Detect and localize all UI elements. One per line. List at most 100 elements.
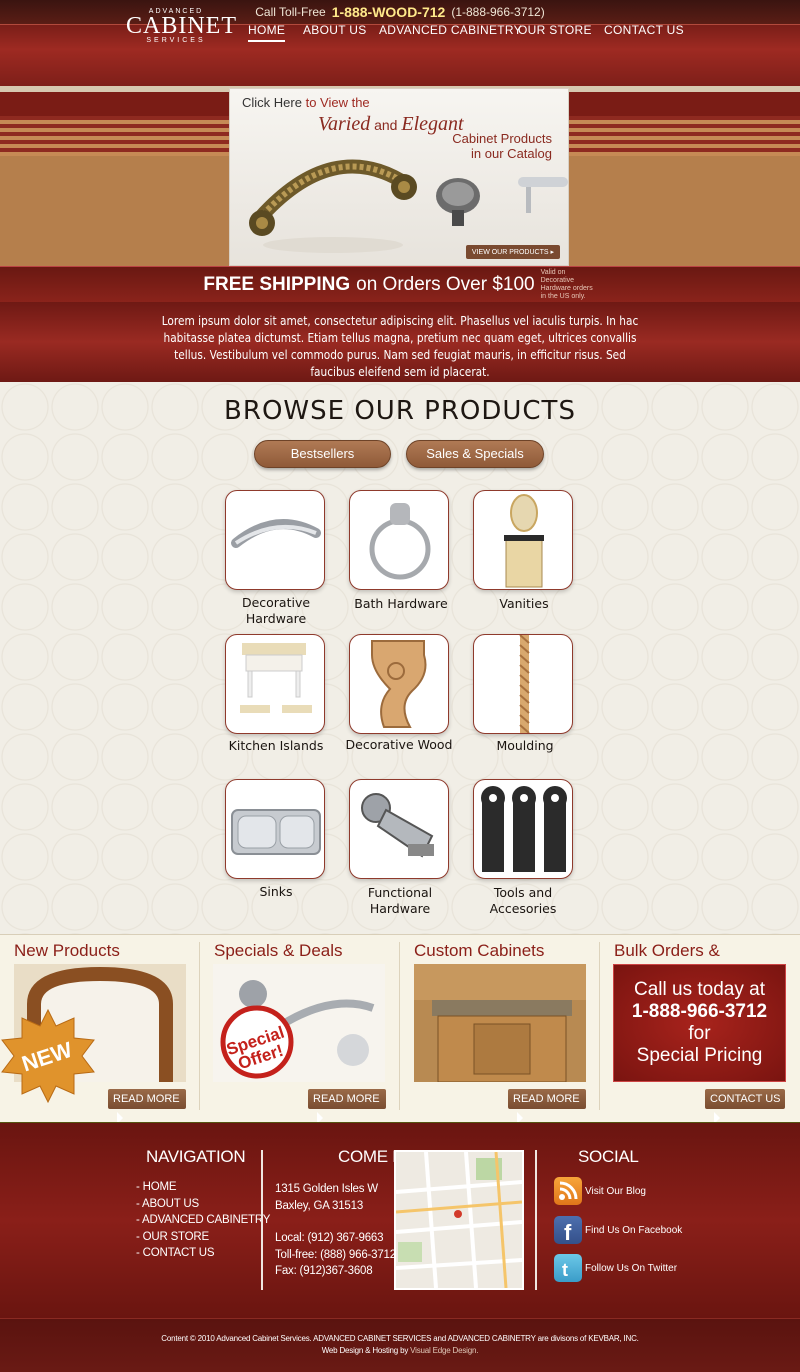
svg-text:t: t (562, 1260, 568, 1280)
nav-about-us[interactable]: ABOUT US (303, 23, 367, 37)
footer-nav-list: - HOME - ABOUT US - ADVANCED CABINETRY -… (136, 1179, 270, 1262)
credit-link[interactable]: Visual Edge Design. (410, 1346, 478, 1355)
banner-to-view: to View the (301, 95, 370, 110)
kitchen-cabinet-image (414, 964, 586, 1082)
moulding-image (519, 635, 530, 733)
product-label-vanities: Vanities (499, 596, 549, 611)
phone-tollfree: Toll-free: (888) 966-3712 (275, 1248, 396, 1261)
read-more-new-products-button[interactable]: READ MORE (108, 1089, 186, 1124)
phone-local: Local: (912) 367-9663 (275, 1232, 384, 1244)
product-label-line-1: Functional (367, 885, 433, 900)
heading-specials-deals: Specials & Deals (214, 941, 343, 960)
tab-sales-specials[interactable]: Sales & Specials (406, 440, 544, 468)
nav-our-store[interactable]: OUR STORE (518, 23, 592, 37)
product-tile-kitchen-islands[interactable] (225, 634, 325, 734)
call-line-1: Call us today at (634, 979, 765, 1000)
free-shipping-bar: FREE SHIPPING on Orders Over $100 Valid … (0, 266, 800, 302)
browse-title: BROWSE OUR PRODUCTS (224, 396, 576, 426)
product-label-tools-accessories: Tools and Accesories (453, 885, 593, 917)
product-tile-decorative-wood[interactable] (349, 634, 449, 734)
product-tile-functional-hardware[interactable] (349, 779, 449, 879)
banner-text-line-2: Varied and Elegant (318, 113, 464, 136)
toll-free-vanity-number[interactable]: 1-888-WOOD-712 (332, 4, 446, 20)
product-label-line-2: Accesories (489, 901, 557, 916)
intro-text-band: Lorem ipsum dolor sit amet, consectetur … (0, 302, 800, 382)
footer-social-title: SOCIAL (578, 1147, 639, 1166)
nav-advanced-cabinetry[interactable]: ADVANCED CABINETRY (379, 23, 522, 37)
footer-address: 1315 Golden Isles W Baxley, GA 31513 Loc… (275, 1181, 396, 1280)
location-map[interactable] (394, 1150, 524, 1290)
product-label-kitchen-islands: Kitchen Islands (228, 738, 324, 753)
free-shipping-bold: FREE SHIPPING (203, 273, 351, 295)
read-more-specials-button[interactable]: READ MORE (308, 1089, 386, 1124)
banner-text-line-1: Click Here to View the (242, 95, 370, 110)
contact-us-label: CONTACT US (710, 1093, 781, 1105)
product-label-line-1: Decorative (241, 595, 311, 610)
banner-text-line-3: Cabinet Products in our Catalog (452, 131, 552, 161)
social-blog-link[interactable]: Visit Our Blog (585, 1186, 646, 1197)
toll-free-numeric: (1-888-966-3712) (451, 5, 545, 19)
heading-custom-cabinets: Custom Cabinets (414, 941, 545, 960)
catalog-banner[interactable]: Click Here to View the Varied and Elegan… (229, 88, 569, 266)
product-label-decorative-wood: Decorative Wood (345, 737, 453, 752)
read-more-label: READ MORE (113, 1093, 180, 1105)
copyright-text: Content © 2010 Advanced Cabinet Services… (161, 1334, 639, 1343)
social-twitter-link[interactable]: Follow Us On Twitter (585, 1263, 677, 1274)
read-more-custom-cabinets-button[interactable]: READ MORE (508, 1089, 586, 1124)
heading-new-products: New Products (14, 941, 120, 960)
address-line-1: 1315 Golden Isles W (275, 1183, 378, 1195)
new-starburst-icon: NEW (1, 1008, 95, 1104)
view-products-button[interactable]: VIEW OUR PRODUCTS ▸ (465, 245, 560, 259)
call-us-box[interactable]: Call us today at 1-888-966-3712 for Spec… (613, 964, 786, 1082)
footer-navigation-title: NAVIGATION (146, 1147, 246, 1166)
intro-text: Lorem ipsum dolor sit amet, consectetur … (161, 314, 639, 379)
banner-varied: Varied (318, 113, 371, 135)
credit-line: Web Design & Hosting by Visual Edge Desi… (0, 1345, 800, 1357)
banner-click-here: Click Here (242, 95, 302, 110)
tab-bestsellers[interactable]: Bestsellers (254, 440, 391, 468)
view-products-label: VIEW OUR PRODUCTS (471, 249, 549, 256)
footer-link-contact-us[interactable]: - CONTACT US (136, 1245, 270, 1262)
call-line-4: Special Pricing (636, 1045, 763, 1066)
kitchen-islands-image (240, 643, 312, 713)
knob-image (436, 178, 480, 226)
product-tile-sinks[interactable] (225, 779, 325, 879)
custom-cabinets-image[interactable] (414, 964, 586, 1082)
decorative-hardware-image (231, 519, 321, 548)
contact-us-button[interactable]: CONTACT US (705, 1089, 785, 1124)
product-tile-moulding[interactable] (473, 634, 573, 734)
credit-prefix: Web Design & Hosting by (321, 1346, 409, 1355)
free-shipping-note: Valid on Decorative Hardware orders in t… (540, 268, 593, 300)
product-label-functional-hardware: Functional Hardware (330, 885, 470, 917)
read-more-label: READ MORE (313, 1093, 380, 1105)
promo-divider (599, 942, 600, 1110)
banner-cabinet-products: Cabinet Products (452, 131, 552, 146)
footer-link-about-us[interactable]: - ABOUT US (136, 1196, 270, 1213)
footer-link-home[interactable]: - HOME (136, 1179, 270, 1196)
product-label-bath-hardware: Bath Hardware (354, 596, 448, 611)
twitter-icon[interactable]: t (554, 1254, 582, 1282)
promo-divider (199, 942, 200, 1110)
social-facebook-link[interactable]: Find Us On Facebook (585, 1225, 682, 1236)
facebook-icon[interactable]: f (554, 1216, 582, 1245)
bath-hardware-image (369, 503, 431, 580)
footer-link-our-store[interactable]: - OUR STORE (136, 1229, 270, 1246)
product-label-line-2: Hardware (245, 611, 307, 626)
product-label-moulding: Moulding (496, 738, 554, 753)
logo-line-2: CABINET (126, 13, 237, 39)
rss-icon[interactable] (554, 1177, 582, 1205)
product-tile-tools-accessories[interactable] (473, 779, 573, 879)
footer-divider (261, 1150, 263, 1290)
product-tile-bath-hardware[interactable] (349, 490, 449, 590)
product-tile-decorative-hardware[interactable] (225, 490, 325, 590)
sinks-image (231, 809, 321, 855)
toll-free-bar: Call Toll-Free 1-888-WOOD-712 (1-888-966… (0, 0, 800, 24)
nav-contact-us[interactable]: CONTACT US (604, 23, 684, 37)
site-logo[interactable]: ADVANCED CABINET SERVICES (126, 8, 237, 44)
footer-link-advanced-cabinetry[interactable]: - ADVANCED CABINETRY (136, 1212, 270, 1229)
nav-home[interactable]: HOME (248, 23, 286, 42)
product-label-line-2: Hardware (369, 901, 431, 916)
address-line-2: Baxley, GA 31513 (275, 1199, 364, 1212)
product-label-sinks: Sinks (259, 884, 293, 899)
product-tile-vanities[interactable] (473, 490, 573, 590)
